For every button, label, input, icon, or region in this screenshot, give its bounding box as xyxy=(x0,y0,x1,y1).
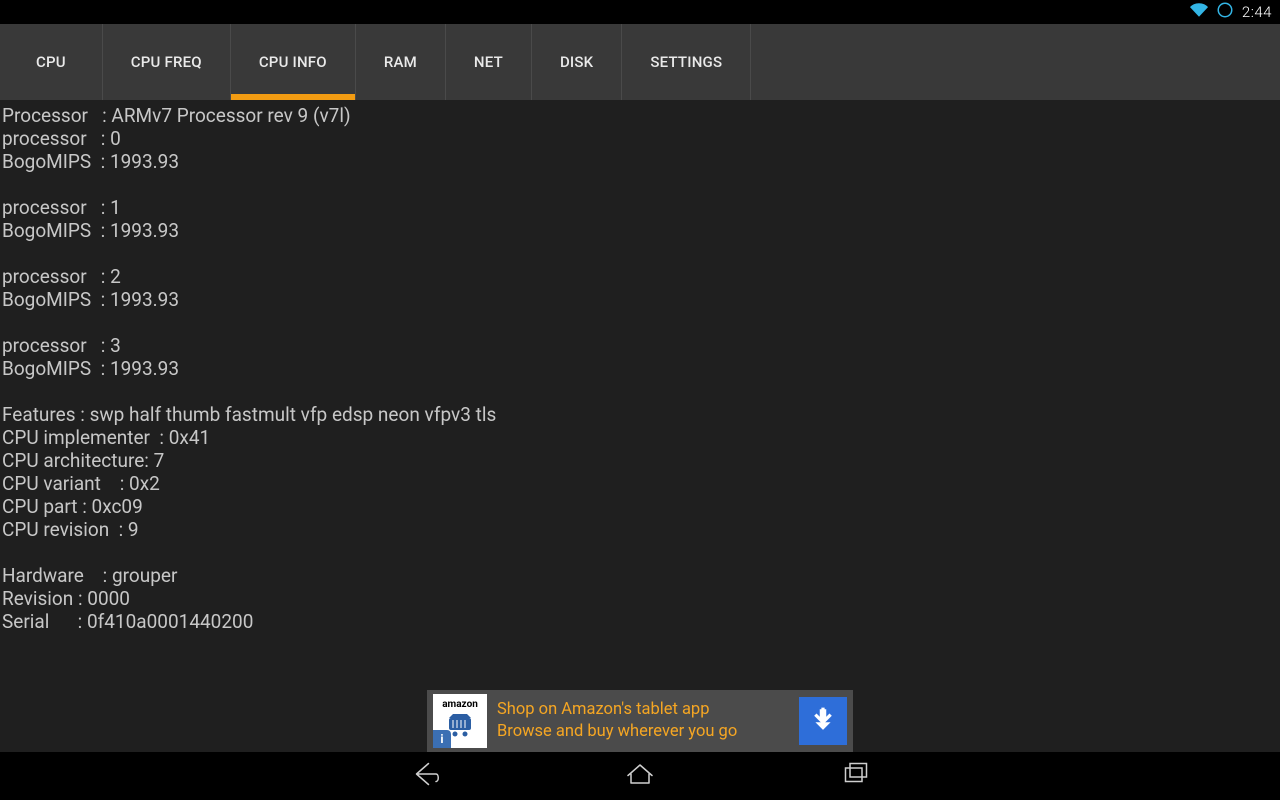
info-icon: i xyxy=(433,730,451,748)
ad-line2: Browse and buy wherever you go xyxy=(497,721,789,743)
home-button[interactable] xyxy=(622,756,658,796)
ad-download-button[interactable] xyxy=(799,697,847,745)
recent-apps-button[interactable] xyxy=(838,756,874,796)
tab-bar: CPU CPU FREQ CPU INFO RAM NET DISK SETTI… xyxy=(0,24,1280,100)
tab-label: SETTINGS xyxy=(650,53,722,71)
tab-net[interactable]: NET xyxy=(446,24,532,100)
ad-brand-icon: amazon i xyxy=(433,694,487,748)
wifi-icon xyxy=(1190,1,1208,23)
ad-brand-text: amazon xyxy=(442,700,478,710)
tab-label: DISK xyxy=(560,53,593,71)
ad-banner[interactable]: amazon i Shop on Amazon's tablet app Bro… xyxy=(427,690,853,752)
screen: 2:44 CPU CPU FREQ CPU INFO RAM NET DISK … xyxy=(0,0,1280,800)
tab-settings[interactable]: SETTINGS xyxy=(622,24,751,100)
status-bar: 2:44 xyxy=(0,0,1280,24)
cpuinfo-text: Processor : ARMv7 Processor rev 9 (v7l) … xyxy=(0,100,1280,633)
tab-label: RAM xyxy=(384,53,417,71)
tab-cpu[interactable]: CPU xyxy=(0,24,103,100)
tab-cpu-freq[interactable]: CPU FREQ xyxy=(103,24,231,100)
back-button[interactable] xyxy=(406,756,442,796)
ad-line1: Shop on Amazon's tablet app xyxy=(497,699,789,721)
tab-cpu-info[interactable]: CPU INFO xyxy=(231,24,356,100)
tab-label: NET xyxy=(474,53,503,71)
download-arrow-icon xyxy=(810,706,836,736)
ad-text: Shop on Amazon's tablet app Browse and b… xyxy=(497,699,789,743)
tab-label: CPU FREQ xyxy=(131,53,202,71)
navigation-bar xyxy=(0,752,1280,800)
content-area: Processor : ARMv7 Processor rev 9 (v7l) … xyxy=(0,100,1280,752)
clock: 2:44 xyxy=(1242,3,1272,21)
loading-icon xyxy=(1216,1,1234,23)
tab-label: CPU INFO xyxy=(259,53,327,71)
tab-label: CPU xyxy=(36,53,66,71)
tab-disk[interactable]: DISK xyxy=(532,24,622,100)
tab-ram[interactable]: RAM xyxy=(356,24,446,100)
